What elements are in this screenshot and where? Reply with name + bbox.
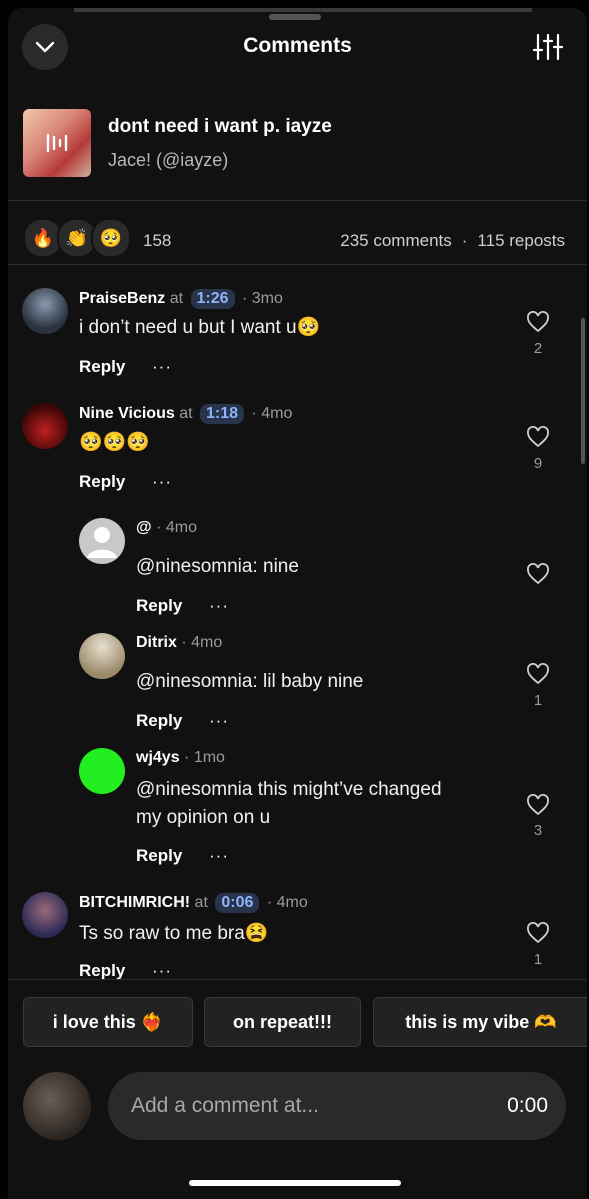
- reply-button[interactable]: Reply: [79, 472, 125, 492]
- username[interactable]: PraiseBenz: [79, 290, 165, 307]
- comment-text: @ninesomnia: lil baby nine: [136, 671, 364, 692]
- avatar[interactable]: [22, 403, 68, 449]
- quick-reply-chip[interactable]: i love this ❤️‍🔥: [23, 997, 193, 1047]
- comment-text-line-2: my opinion on u: [136, 807, 271, 828]
- comment-meta: Nine Vicious at 1:18 · 4mo: [79, 404, 292, 424]
- avatar[interactable]: [79, 633, 125, 679]
- reaction-pleading[interactable]: 🥺: [91, 218, 131, 258]
- at-label: at: [179, 405, 193, 422]
- username[interactable]: @: [136, 519, 152, 536]
- username[interactable]: wj4ys: [136, 749, 180, 766]
- comment-text: i don’t need u but I want u🥺: [79, 317, 321, 338]
- reply-button[interactable]: Reply: [136, 846, 182, 866]
- more-options-button[interactable]: ···: [152, 961, 172, 981]
- age: · 4mo: [251, 405, 293, 422]
- age: · 4mo: [181, 634, 223, 651]
- heart-icon[interactable]: [526, 426, 550, 448]
- waveform-icon: [46, 133, 68, 153]
- comment-text: 🥺🥺🥺: [79, 432, 150, 453]
- heart-icon[interactable]: [526, 922, 550, 944]
- comment-input-placeholder: Add a comment at...: [131, 1094, 319, 1117]
- current-user-avatar[interactable]: [23, 1072, 91, 1140]
- timestamp-chip[interactable]: 1:18: [199, 404, 245, 424]
- quick-replies: i love this ❤️‍🔥 on repeat!!! this is my…: [8, 995, 587, 1049]
- reply-button[interactable]: Reply: [136, 711, 182, 731]
- comment-meta: @ · 4mo: [136, 519, 197, 537]
- timestamp-chip[interactable]: 1:26: [190, 289, 235, 309]
- reply-button[interactable]: Reply: [79, 357, 125, 377]
- stats-bar: 🔥 👏 🥺 158 235 comments · 115 reposts: [8, 218, 587, 262]
- comment-meta: wj4ys · 1mo: [136, 749, 225, 767]
- comments-sheet: Comments dont need i want p. iayze Jace!…: [8, 8, 587, 1199]
- avatar-placeholder[interactable]: [79, 518, 125, 564]
- track-artist[interactable]: Jace! (@iayze): [108, 150, 228, 171]
- top-edge: [74, 8, 532, 12]
- quick-reply-chip[interactable]: this is my vibe 🫶: [373, 997, 587, 1047]
- reposts-count: 115 reposts: [477, 231, 565, 250]
- divider: [8, 979, 587, 980]
- more-options-button[interactable]: ···: [152, 472, 172, 492]
- scrollbar[interactable]: [581, 318, 585, 464]
- heart-icon[interactable]: [526, 794, 550, 816]
- at-label: at: [169, 290, 184, 307]
- age: · 1mo: [184, 749, 225, 766]
- comments-count: 235 comments: [340, 231, 452, 250]
- timestamp-chip[interactable]: 0:06: [215, 893, 260, 913]
- comment-meta: Ditrix · 4mo: [136, 634, 222, 652]
- comment-meta: PraiseBenz at 1:26 · 3mo: [79, 289, 283, 309]
- more-options-button[interactable]: ···: [209, 846, 229, 866]
- quick-reply-chip[interactable]: on repeat!!!: [204, 997, 361, 1047]
- drag-handle[interactable]: [269, 14, 321, 20]
- more-options-button[interactable]: ···: [152, 357, 172, 377]
- age: · 4mo: [266, 894, 308, 911]
- comment-timestamp[interactable]: 0:00: [507, 1094, 548, 1118]
- like-count: 1: [533, 951, 543, 968]
- avatar[interactable]: [22, 892, 68, 938]
- sliders-icon[interactable]: [533, 32, 563, 62]
- reply-button[interactable]: Reply: [79, 961, 125, 981]
- separator: ·: [461, 231, 468, 250]
- like-count: 3: [533, 822, 543, 839]
- heart-icon[interactable]: [526, 663, 550, 685]
- comment-text: Ts so raw to me bra😫: [79, 923, 269, 944]
- more-options-button[interactable]: ···: [209, 711, 229, 731]
- comment-text-line-1: @ninesomnia this might’ve changed: [136, 779, 442, 800]
- reply-button[interactable]: Reply: [136, 596, 182, 616]
- reaction-count: 158: [143, 231, 172, 250]
- comment-repost-counts: 235 comments · 115 reposts: [340, 231, 565, 251]
- track-artwork[interactable]: [23, 109, 91, 177]
- username[interactable]: Ditrix: [136, 634, 177, 651]
- username[interactable]: Nine Vicious: [79, 405, 175, 422]
- heart-icon[interactable]: [526, 311, 550, 333]
- home-indicator: [189, 1180, 401, 1186]
- like-count: 1: [533, 692, 543, 709]
- divider: [8, 264, 587, 265]
- like-count: 9: [533, 455, 543, 472]
- comment-meta: BITCHIMRICH! at 0:06 · 4mo: [79, 893, 308, 913]
- avatar[interactable]: [22, 288, 68, 334]
- page-title: Comments: [243, 34, 352, 57]
- avatar[interactable]: [79, 748, 125, 794]
- divider: [8, 200, 587, 201]
- like-count: 2: [533, 340, 543, 357]
- user-icon: [87, 527, 117, 558]
- username[interactable]: BITCHIMRICH!: [79, 894, 190, 911]
- heart-icon[interactable]: [526, 563, 550, 585]
- comment-text: @ninesomnia: nine: [136, 556, 299, 577]
- track-title[interactable]: dont need i want p. iayze: [108, 116, 332, 138]
- more-options-button[interactable]: ···: [209, 596, 229, 616]
- at-label: at: [194, 894, 208, 911]
- age: · 3mo: [242, 290, 283, 307]
- age: · 4mo: [156, 519, 197, 536]
- comment-input[interactable]: Add a comment at... 0:00: [108, 1072, 566, 1140]
